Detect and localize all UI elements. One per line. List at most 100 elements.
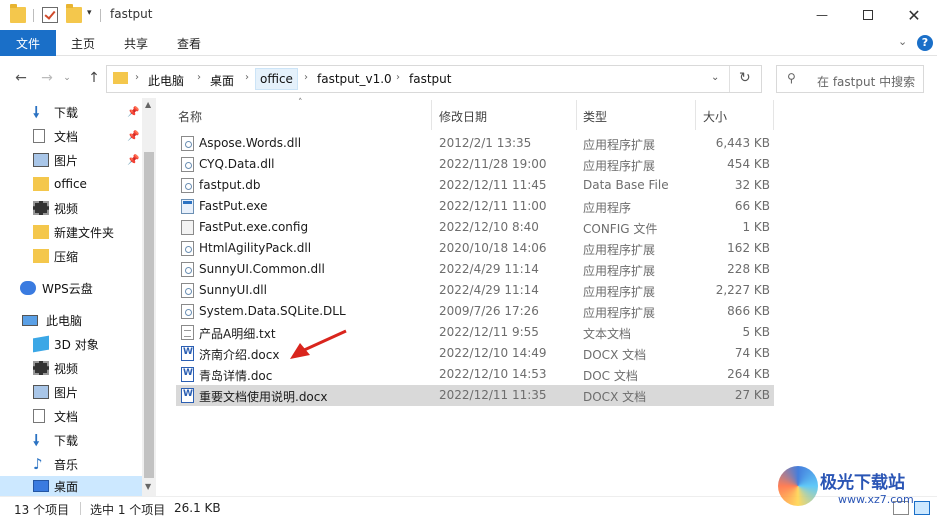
file-size: 32 KB — [734, 178, 770, 192]
pin-icon[interactable]: 📌 — [127, 155, 139, 166]
address-history-icon[interactable]: ⌄ — [711, 72, 719, 83]
file-size: 264 KB — [727, 367, 770, 381]
file-row[interactable]: FastPut.exe.config 2022/12/10 8:40 CONFIG … — [176, 217, 774, 238]
file-row[interactable]: 重要文档使用说明.docx 2022/12/11 11:35 DOCX 文档 27 K… — [176, 385, 774, 406]
breadcrumb-separator[interactable]: › — [245, 72, 249, 83]
new-folder-icon[interactable] — [66, 4, 82, 23]
nav-item-pictures-pc[interactable]: 图片 — [0, 380, 142, 404]
download-arrow-icon: 🠗 — [33, 103, 40, 121]
maximize-button[interactable] — [845, 0, 891, 30]
refresh-icon[interactable]: ↻ — [739, 70, 751, 86]
status-item-count: 13 个项目 — [14, 503, 70, 517]
search-input[interactable]: ⚲ 在 fastput 中搜索 — [776, 65, 924, 93]
address-bar[interactable]: › 此电脑 › 桌面 › office › fastput_v1.0 › fas… — [106, 65, 762, 93]
nav-item-wps-cloud[interactable]: WPS云盘 — [0, 276, 142, 300]
file-size: 6,443 KB — [715, 136, 770, 150]
breadcrumb-separator[interactable]: › — [197, 72, 201, 83]
file-row[interactable]: FastPut.exe 2022/12/11 11:00 应用程序 66 KB — [176, 196, 774, 217]
breadcrumb-fastput[interactable]: fastput — [409, 72, 451, 86]
nav-item-office[interactable]: office — [0, 172, 142, 196]
file-row[interactable]: 产品A明细.txt 2022/12/11 9:55 文本文档 5 KB — [176, 322, 774, 343]
nav-item-pictures[interactable]: 图片 📌 — [0, 148, 142, 172]
nav-item-label: 桌面 — [54, 479, 79, 494]
search-placeholder: 在 fastput 中搜索 — [817, 75, 916, 89]
properties-check-icon[interactable] — [42, 7, 58, 23]
file-date: 2022/12/10 14:53 — [439, 367, 547, 381]
nav-scrollbar-thumb[interactable] — [144, 152, 154, 478]
file-txt-icon — [181, 325, 194, 340]
file-row[interactable]: 青岛详情.doc 2022/12/10 14:53 DOC 文档 264 KB — [176, 364, 774, 385]
nav-item-desktop[interactable]: 桌面 — [0, 476, 142, 496]
nav-item-label: 压缩 — [54, 249, 79, 264]
separator — [33, 9, 34, 22]
nav-item-downloads-pc[interactable]: 🠗 下载 — [0, 428, 142, 452]
column-separator[interactable] — [695, 100, 696, 130]
breadcrumb-office[interactable]: office — [255, 68, 298, 90]
recent-locations-button[interactable]: ⌄ — [60, 67, 74, 89]
nav-item-videos-pc[interactable]: 视频 — [0, 356, 142, 380]
tab-home[interactable]: 主页 — [60, 30, 106, 56]
file-type: 应用程序扩展 — [583, 285, 656, 299]
column-separator[interactable] — [431, 100, 432, 130]
nav-item-compressed[interactable]: 压缩 — [0, 244, 142, 268]
column-header-type[interactable]: 类型 — [583, 103, 683, 129]
breadcrumb-separator[interactable]: › — [396, 72, 400, 83]
large-icons-view-icon[interactable] — [914, 501, 930, 515]
tab-view[interactable]: 查看 — [166, 30, 212, 56]
file-row[interactable]: Aspose.Words.dll 2012/2/1 13:35 应用程序扩展 6,44… — [176, 133, 774, 154]
forward-button[interactable]: → — [36, 67, 58, 89]
file-row[interactable]: System.Data.SQLite.DLL 2009/7/26 17:26 应用程… — [176, 301, 774, 322]
nav-item-downloads[interactable]: 🠗 下载 📌 — [0, 100, 142, 124]
nav-item-new-folder[interactable]: 新建文件夹 — [0, 220, 142, 244]
breadcrumb-separator[interactable]: › — [135, 72, 139, 83]
nav-item-label: 视频 — [54, 201, 79, 216]
file-name: System.Data.SQLite.DLL — [199, 304, 346, 318]
nav-item-3d-objects[interactable]: 3D 对象 — [0, 332, 142, 356]
customize-toolbar-icon[interactable]: ▾ — [87, 8, 92, 18]
breadcrumb-fastput-v1[interactable]: fastput_v1.0 — [317, 72, 392, 86]
column-separator[interactable] — [576, 100, 577, 130]
document-icon — [33, 129, 45, 143]
help-icon[interactable]: ? — [917, 35, 933, 51]
nav-item-label: 文档 — [54, 129, 79, 144]
file-row[interactable]: SunnyUI.dll 2022/4/29 11:14 应用程序扩展 2,227 KB — [176, 280, 774, 301]
cloud-icon — [20, 281, 36, 295]
scroll-down-icon[interactable]: ▼ — [145, 482, 151, 491]
file-dll-icon — [181, 241, 194, 256]
nav-item-music[interactable]: ♪ 音乐 — [0, 452, 142, 476]
breadcrumb-desktop[interactable]: 桌面 — [210, 72, 234, 89]
breadcrumb-this-pc[interactable]: 此电脑 — [148, 72, 184, 89]
file-type: 应用程序扩展 — [583, 306, 656, 320]
annotation-arrow-shaft — [301, 329, 347, 353]
file-row[interactable]: HtmlAgilityPack.dll 2020/10/18 14:06 应用程序扩… — [176, 238, 774, 259]
nav-item-label: 音乐 — [54, 457, 79, 472]
minimize-button[interactable]: — — [799, 0, 845, 30]
tab-file[interactable]: 文件 — [0, 30, 56, 56]
back-button[interactable]: ← — [10, 67, 32, 89]
breadcrumb-separator[interactable]: › — [304, 72, 308, 83]
up-button[interactable]: ↑ — [83, 67, 105, 89]
file-row[interactable]: SunnyUI.Common.dll 2022/4/29 11:14 应用程序扩展 2… — [176, 259, 774, 280]
nav-item-documents-pc[interactable]: 文档 — [0, 404, 142, 428]
nav-item-documents[interactable]: 文档 📌 — [0, 124, 142, 148]
nav-item-this-pc[interactable]: 此电脑 — [0, 308, 142, 332]
column-header-size[interactable]: 大小 — [703, 103, 763, 129]
film-icon — [33, 361, 49, 375]
close-icon: ✕ — [907, 5, 921, 25]
tab-share[interactable]: 共享 — [113, 30, 159, 56]
column-separator[interactable] — [773, 100, 774, 130]
nav-item-label: 新建文件夹 — [54, 225, 115, 240]
pin-icon[interactable]: 📌 — [127, 107, 139, 118]
file-name: CYQ.Data.dll — [199, 157, 275, 171]
close-button[interactable]: ✕ — [891, 0, 937, 30]
file-doc-icon — [181, 367, 194, 382]
column-header-date[interactable]: 修改日期 — [439, 103, 569, 129]
expand-ribbon-icon[interactable]: ⌄ — [898, 35, 907, 48]
file-row[interactable]: CYQ.Data.dll 2022/11/28 19:00 应用程序扩展 454 KB — [176, 154, 774, 175]
scroll-up-icon[interactable]: ▲ — [145, 100, 151, 109]
file-row[interactable]: fastput.db 2022/12/11 11:45 Data Base File… — [176, 175, 774, 196]
file-row[interactable]: 济南介绍.docx 2022/12/10 14:49 DOCX 文档 74 KB — [176, 343, 774, 364]
column-header-name[interactable]: 名称 — [178, 103, 408, 129]
pin-icon[interactable]: 📌 — [127, 131, 139, 142]
nav-item-videos[interactable]: 视频 — [0, 196, 142, 220]
